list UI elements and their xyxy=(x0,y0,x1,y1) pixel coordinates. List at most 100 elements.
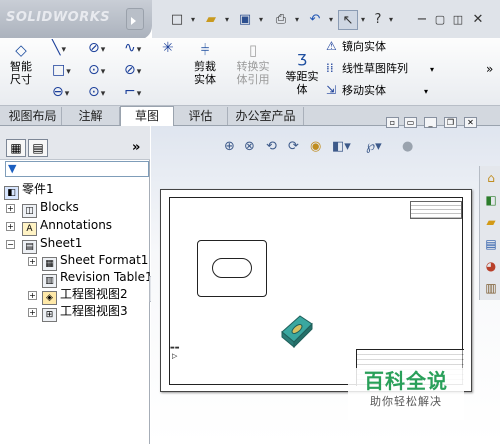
view-palette-icon[interactable]: ▤ xyxy=(483,236,499,252)
undo-dropdown-icon[interactable]: ▾ xyxy=(326,10,336,30)
linear-pattern-dropdown-icon[interactable]: ▾ xyxy=(430,65,434,74)
hide-show-icon[interactable]: ◧▾ xyxy=(332,139,351,154)
watermark: 百科全说 助你轻松解决 xyxy=(348,368,464,420)
polygon-tool[interactable]: ⊙▾ xyxy=(88,62,105,80)
tab-view-layout[interactable]: 视图布局 xyxy=(4,107,62,125)
close-icon[interactable]: ✕ xyxy=(470,10,486,30)
circle-icon: ⊘ xyxy=(88,40,100,56)
expand-annotations-icon[interactable]: + xyxy=(6,222,15,231)
doc-close-icon[interactable]: ✕ xyxy=(464,117,477,128)
tile-icon[interactable]: ▫ xyxy=(386,117,399,128)
rotate-icon[interactable]: ⟲ xyxy=(266,139,277,154)
fillet-tool[interactable]: ⊙▾ xyxy=(88,84,105,102)
property-manager-tab-icon[interactable]: ▤ xyxy=(28,139,48,157)
smart-dimension-label: 智能尺寸 xyxy=(10,60,32,86)
watermark-title: 百科全说 xyxy=(364,369,448,393)
tab-sketch[interactable]: 草图 xyxy=(120,106,174,127)
offset-entities-button[interactable]: Ʒ 等距实体 xyxy=(280,52,324,96)
expand-sheet-format-icon[interactable]: + xyxy=(28,257,37,266)
drawing-view-isometric[interactable] xyxy=(280,312,314,348)
rectangle-tool[interactable]: □▾ xyxy=(52,62,71,80)
convert-icon: ▯ xyxy=(248,41,258,59)
select-icon[interactable]: ↖ xyxy=(338,10,358,30)
circle-tool[interactable]: ⊘▾ xyxy=(88,40,105,58)
tree-item-revision-table1[interactable]: ▥ Revision Table1 xyxy=(42,269,153,288)
revision-table[interactable] xyxy=(410,201,462,219)
smart-dimension-button[interactable]: ◇ 智能尺寸 xyxy=(4,42,38,86)
open-icon[interactable]: ▰ xyxy=(200,10,222,30)
rectangle-icon: □ xyxy=(52,62,66,78)
drawing-view-front[interactable] xyxy=(197,240,267,297)
trim-entities-button[interactable]: ⫩ 剪裁实体 xyxy=(184,42,226,86)
tree-label: 工程图视图3 xyxy=(60,304,128,318)
appearance-icon[interactable]: ● xyxy=(402,139,413,154)
zoom-to-fit-icon[interactable]: ⊕ xyxy=(224,139,235,154)
restore-icon[interactable]: ▢ xyxy=(432,10,448,30)
ribbon-more-icon[interactable]: » xyxy=(486,62,493,76)
custom-properties-icon[interactable]: ▥ xyxy=(483,280,499,296)
move-entities-button[interactable]: ⇲ 移动实体 ▾ xyxy=(326,82,428,100)
smart-dimension-icon: ◇ xyxy=(15,41,27,59)
spline-tool[interactable]: ∿▾ xyxy=(124,40,141,58)
zoom-area-icon[interactable]: ⊗ xyxy=(244,139,255,154)
select-dropdown-icon[interactable]: ▾ xyxy=(358,10,368,30)
annotations-icon: A xyxy=(22,222,37,236)
new-dropdown-icon[interactable]: ▾ xyxy=(188,10,198,30)
tab-evaluate[interactable]: 评估 xyxy=(174,107,228,125)
ellipse-tool[interactable]: ⊘▾ xyxy=(124,62,141,80)
split-icon[interactable]: ▭ xyxy=(404,117,417,128)
tab-annotation[interactable]: 注解 xyxy=(62,107,120,125)
tree-item-sheet-format1[interactable]: ▦ Sheet Format1 xyxy=(42,252,148,271)
doc-minimize-icon[interactable]: _ xyxy=(424,117,437,128)
tree-item-drawing-view2[interactable]: ◈ 工程图视图2 xyxy=(42,286,128,305)
resources-icon[interactable]: ◧ xyxy=(483,192,499,208)
point-tool[interactable]: ✳ xyxy=(162,40,174,56)
help-dropdown-icon[interactable]: ▾ xyxy=(386,10,396,30)
doc-restore-icon[interactable]: ❐ xyxy=(444,117,457,128)
tree-label: 工程图视图2 xyxy=(60,287,128,301)
text-tool[interactable]: ⌐▾ xyxy=(124,84,141,102)
folder-icon[interactable]: ▰ xyxy=(483,214,499,230)
mirror-icon: ⚠ xyxy=(326,39,337,53)
open-dropdown-icon[interactable]: ▾ xyxy=(222,10,232,30)
tree-item-part[interactable]: ◧ 零件1 xyxy=(4,181,54,200)
ellipse-icon: ⊘ xyxy=(124,62,136,78)
display-style-icon[interactable]: ◉ xyxy=(310,139,321,154)
tree-label: Sheet1 xyxy=(40,236,83,250)
help-icon[interactable]: ? xyxy=(370,10,386,30)
scene-icon[interactable]: ℘▾ xyxy=(366,139,382,154)
funnel-icon: ▼ xyxy=(8,162,17,175)
appearances-icon[interactable]: ◕ xyxy=(483,258,499,274)
tree-item-drawing-view3[interactable]: ⊞ 工程图视图3 xyxy=(42,303,128,322)
undo-icon[interactable]: ↶ xyxy=(304,10,326,30)
slot-tool[interactable]: ⊖▾ xyxy=(52,84,69,102)
menu-expand-icon[interactable] xyxy=(126,8,144,30)
expand-sheet-icon[interactable]: − xyxy=(6,240,15,249)
expand-blocks-icon[interactable]: + xyxy=(6,204,15,213)
tree-item-sheet1[interactable]: ▤ Sheet1 xyxy=(22,235,83,254)
command-manager: ◇ 智能尺寸 ╲▾ ⊘▾ ∿▾ ✳ □▾ ⊙▾ ⊘▾ ⊖▾ ⊙▾ ⌐▾ ⫩ 剪裁… xyxy=(0,38,500,106)
feature-tree-tab-icon[interactable]: ▦ xyxy=(6,139,26,157)
print-dropdown-icon[interactable]: ▾ xyxy=(292,10,302,30)
convert-entities-button[interactable]: ▯ 转换实体引用 xyxy=(230,42,276,86)
maximize-icon[interactable]: ◫ xyxy=(450,10,466,30)
filter-field[interactable]: ▼ xyxy=(5,161,149,177)
tree-item-annotations[interactable]: A Annotations xyxy=(22,217,112,236)
save-dropdown-icon[interactable]: ▾ xyxy=(256,10,266,30)
new-icon[interactable]: □ xyxy=(166,10,188,30)
home-icon[interactable]: ⌂ xyxy=(483,170,499,186)
view-icon[interactable]: ⟳ xyxy=(288,139,299,154)
linear-pattern-button[interactable]: ⁞⁞ 线性草图阵列 ▾ xyxy=(326,60,434,78)
collapse-icon[interactable]: » xyxy=(132,140,140,155)
expand-view3-icon[interactable]: + xyxy=(28,308,37,317)
save-icon[interactable]: ▣ xyxy=(234,10,256,30)
mirror-entities-button[interactable]: ⚠ 镜向实体 xyxy=(326,38,386,55)
move-dropdown-icon[interactable]: ▾ xyxy=(424,87,428,96)
line-icon: ╲ xyxy=(52,40,61,56)
expand-view2-icon[interactable]: + xyxy=(28,291,37,300)
minimize-icon[interactable]: − xyxy=(414,10,430,30)
tree-item-blocks[interactable]: ◫ Blocks xyxy=(22,199,79,218)
tab-office-products[interactable]: 办公室产品 xyxy=(228,107,304,125)
print-icon[interactable]: ⎙ xyxy=(270,10,292,30)
line-tool[interactable]: ╲▾ xyxy=(52,40,66,58)
